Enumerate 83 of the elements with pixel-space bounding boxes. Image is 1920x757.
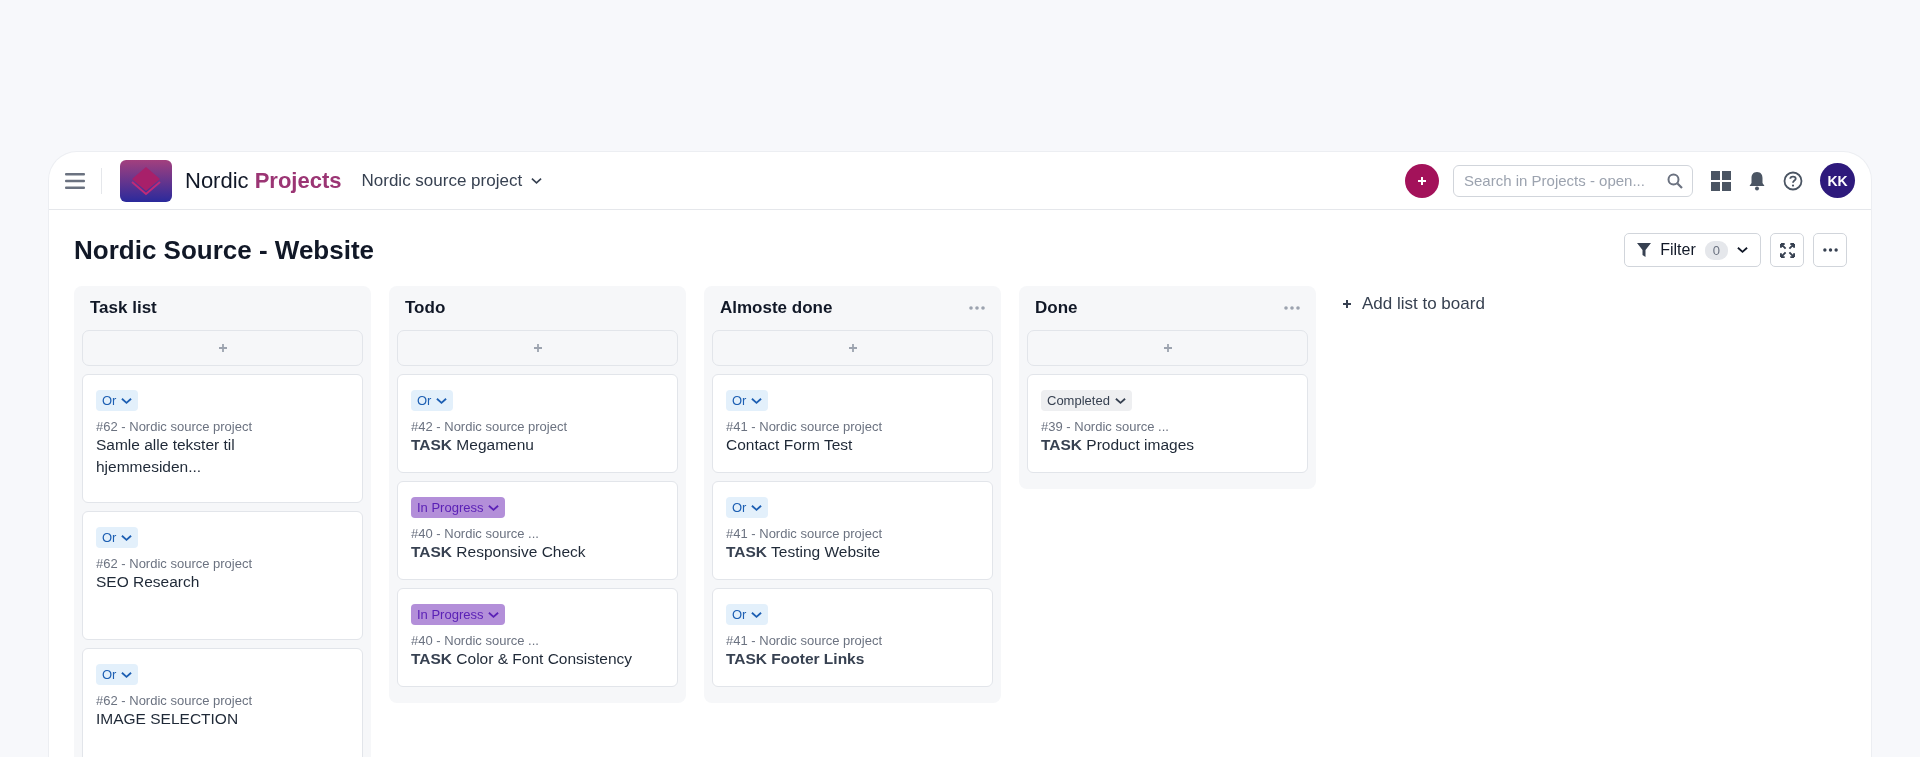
chevron-icon [1737, 246, 1748, 254]
status-dropdown[interactable]: Completed [1041, 390, 1132, 411]
status-dropdown[interactable]: Or [96, 390, 139, 411]
task-reference: #42 - Nordic source project [411, 419, 568, 434]
plus-icon [532, 343, 543, 353]
project-dropdown[interactable]: Nordic source project [361, 170, 543, 191]
add-list-button[interactable]: Add list to board [1334, 286, 1493, 322]
task-reference: #62 - Nordic source project [96, 419, 253, 434]
plus-icon [1162, 343, 1173, 353]
task-title: TASK Responsive Check [411, 542, 586, 562]
status-dropdown[interactable]: Or [726, 604, 769, 625]
chevron-icon [488, 610, 500, 619]
task-card[interactable]: Or #62 - Nordic source project Samle alle tekster til hjemmesiden... [82, 374, 363, 503]
list-title: Task list [90, 298, 157, 318]
task-card[interactable]: Or #62 - Nordic source project IMAGE SELECTION [82, 648, 363, 757]
status-dropdown[interactable]: Or [96, 664, 139, 685]
task-card[interactable]: Completed #39 - Nordic source ... TASK Product images [1027, 374, 1308, 473]
list-title: Todo [405, 298, 446, 318]
more-button[interactable] [1813, 233, 1847, 267]
filter-button[interactable]: Filter 0 [1624, 233, 1761, 267]
task-title: TASK Megamenu [411, 435, 534, 455]
chevron-icon [488, 503, 500, 512]
chevron-icon [751, 396, 763, 405]
expand-button[interactable] [1770, 233, 1804, 267]
board-title: Nordic Source - Website [74, 234, 375, 266]
plus-icon [847, 343, 858, 353]
bell-icon[interactable] [1748, 170, 1766, 191]
task-card[interactable]: In Progress #40 - Nordic source ... TASK Responsive Check [397, 481, 678, 580]
status-dropdown[interactable]: Or [726, 390, 769, 411]
filter-count: 0 [1704, 240, 1728, 260]
chevron-icon [121, 533, 133, 542]
task-reference: #62 - Nordic source project [96, 693, 253, 708]
more-icon[interactable] [1284, 306, 1300, 310]
task-card[interactable]: Or #41 - Nordic source project Contact Form Test [712, 374, 993, 473]
task-reference: #40 - Nordic source ... [411, 633, 539, 648]
task-reference: #41 - Nordic source project [726, 526, 883, 541]
plus-icon [1342, 299, 1352, 309]
more-icon[interactable] [969, 306, 985, 310]
plus-icon [217, 343, 228, 353]
funnel-icon [1637, 243, 1652, 257]
brand-name: Nordic Projects [185, 167, 342, 194]
task-card[interactable]: Or #41 - Nordic source project TASK Footer Links [712, 588, 993, 687]
search-icon [1667, 172, 1683, 189]
task-card[interactable]: Or #62 - Nordic source project SEO Research [82, 511, 363, 640]
search-field[interactable]: Search in Projects - open... [1453, 164, 1693, 197]
menu-icon[interactable] [65, 172, 85, 189]
chevron-icon [751, 610, 763, 619]
grid-icon[interactable] [1711, 170, 1731, 191]
task-title: SEO Research [96, 572, 200, 592]
task-title: TASK Footer Links [726, 649, 865, 669]
add-button[interactable] [1405, 163, 1439, 198]
plus-icon [1417, 175, 1427, 186]
task-title: TASK Testing Website [726, 542, 881, 562]
task-card[interactable]: In Progress #40 - Nordic source ... TASK Color & Font Consistency [397, 588, 678, 687]
task-title: Samle alle tekster til hjemmesiden... [96, 435, 236, 478]
user-avatar[interactable]: KK [1820, 163, 1855, 198]
filter-label: Filter [1660, 241, 1696, 259]
chevron-icon [751, 503, 763, 512]
logo-icon [120, 159, 172, 202]
task-reference: #62 - Nordic source project [96, 556, 253, 571]
task-reference: #41 - Nordic source project [726, 419, 883, 434]
task-title: IMAGE SELECTION [96, 709, 239, 729]
task-reference: #41 - Nordic source project [726, 633, 883, 648]
chevron-icon [121, 396, 133, 405]
task-title: TASK Color & Font Consistency [411, 649, 633, 669]
expand-icon [1779, 242, 1795, 258]
task-title: Contact Form Test [726, 435, 853, 455]
task-title: TASK Product images [1041, 435, 1195, 455]
status-dropdown[interactable]: Or [96, 527, 139, 548]
task-reference: #39 - Nordic source ... [1041, 419, 1169, 434]
status-dropdown[interactable]: Or [411, 390, 454, 411]
more-icon [1822, 248, 1838, 252]
help-icon[interactable] [1783, 170, 1803, 191]
list-title: Almoste done [720, 298, 833, 318]
chevron-icon [436, 396, 448, 405]
chevron-icon [121, 670, 133, 679]
list-title: Done [1035, 298, 1078, 318]
task-card[interactable]: Or #41 - Nordic source project TASK Testing Website [712, 481, 993, 580]
task-card[interactable]: Or #42 - Nordic source project TASK Megamenu [397, 374, 678, 473]
task-reference: #40 - Nordic source ... [411, 526, 539, 541]
status-dropdown[interactable]: Or [726, 497, 769, 518]
chevron-icon [531, 176, 543, 185]
chevron-icon [1114, 396, 1126, 405]
